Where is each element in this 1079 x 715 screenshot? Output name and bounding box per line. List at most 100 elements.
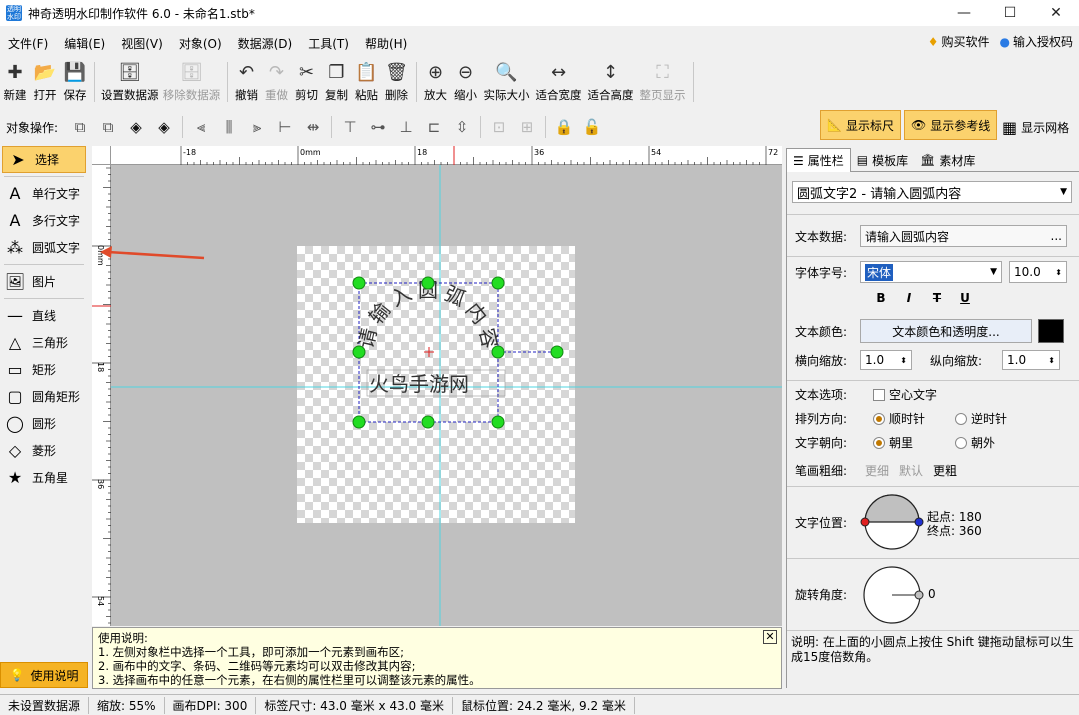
tab-materials[interactable]: 🏛 素材库 xyxy=(914,148,981,172)
layer-down-icon[interactable]: ◈ xyxy=(150,114,178,140)
save-button[interactable]: 💾 保存 xyxy=(60,58,90,104)
text-position-dial[interactable] xyxy=(859,490,929,556)
outward-radio[interactable] xyxy=(955,436,967,449)
lock-icon[interactable]: 🔒 xyxy=(550,114,578,140)
rotation-dial[interactable] xyxy=(859,562,939,628)
help-button[interactable]: 💡 使用说明 xyxy=(0,662,88,688)
layer-top-icon[interactable]: ⧉ xyxy=(66,114,94,140)
stroke-thinner[interactable]: 更细 xyxy=(865,462,899,479)
arc-text-char[interactable]: 入 xyxy=(387,281,415,311)
tool-line[interactable]: — 直线 xyxy=(0,302,88,329)
tool-rectangle[interactable]: ▭ 矩形 xyxy=(0,356,88,383)
status-item-0: 未设置数据源 xyxy=(0,696,90,714)
paste-button[interactable]: 📋 粘贴 xyxy=(352,58,382,104)
text-data-field[interactable]: 请输入圆弧内容... xyxy=(860,225,1067,247)
underline-button[interactable]: U xyxy=(953,291,977,305)
resize-handle-r xyxy=(491,345,505,359)
set-datasource-button[interactable]: 🗄 设置数据源 xyxy=(99,58,161,104)
undo-button[interactable]: ↶ 撤销 xyxy=(232,58,262,104)
hollow-text-checkbox[interactable] xyxy=(873,388,885,401)
close-help-icon[interactable]: ✕ xyxy=(763,630,777,644)
minimize-button[interactable]: — xyxy=(941,0,987,26)
fit-width-button[interactable]: ↔ 适合宽度 xyxy=(533,58,585,104)
tool-single-line-text[interactable]: A 单行文字 xyxy=(0,180,88,207)
license-link[interactable]: ● 输入授权码 xyxy=(1000,33,1074,50)
tool-star[interactable]: ★ 五角星 xyxy=(0,464,88,491)
arc-text-char[interactable]: 内 xyxy=(461,298,492,329)
ungroup-icon[interactable]: ⊞ xyxy=(513,114,541,140)
layer-bottom-icon[interactable]: ⧉ xyxy=(94,114,122,140)
same-height-icon[interactable]: ⊏ xyxy=(420,114,448,140)
tool-multi-line-text[interactable]: A 多行文字 xyxy=(0,207,88,234)
object-select[interactable]: 圆弧文字2 - 请输入圆弧内容 ▼ xyxy=(792,181,1072,203)
remove-datasource-button[interactable]: 🗄 移除数据源 xyxy=(161,58,223,104)
arc-text-char[interactable]: 输 xyxy=(364,298,395,329)
text-color-swatch[interactable] xyxy=(1038,319,1064,343)
menu-item-1[interactable]: 编辑(E) xyxy=(56,35,113,52)
tool-arc-text[interactable]: ⁂ 圆弧文字 xyxy=(0,234,88,261)
tool-triangle[interactable]: △ 三角形 xyxy=(0,329,88,356)
tool-rounded-rect[interactable]: ▢ 圆角矩形 xyxy=(0,383,88,410)
menu-item-2[interactable]: 视图(V) xyxy=(113,35,171,52)
layer-up-icon[interactable]: ◈ xyxy=(122,114,150,140)
zoom-in-button[interactable]: ⊕ 放大 xyxy=(421,58,451,104)
font-select[interactable]: 宋体 ▼ xyxy=(860,261,1002,283)
text-data-value: 请输入圆弧内容 xyxy=(865,229,950,244)
counterclockwise-radio[interactable] xyxy=(955,412,967,425)
open-button[interactable]: 📂 打开 xyxy=(30,58,60,104)
canvas-area[interactable]: 请输入圆弧内容 火鸟手游网 xyxy=(111,165,782,626)
hscale-spinner[interactable]: 1.0 ⬍ xyxy=(860,350,912,370)
distribute-v-icon[interactable]: ⇳ xyxy=(448,114,476,140)
delete-button[interactable]: 🗑 删除 xyxy=(382,58,412,104)
redo-button[interactable]: ↷ 重做 xyxy=(262,58,292,104)
align-left-icon[interactable]: ⫷ xyxy=(187,114,215,140)
font-size-spinner[interactable]: 10.0 ⬍ xyxy=(1009,261,1067,283)
vscale-spinner[interactable]: 1.0 ⬍ xyxy=(1002,350,1060,370)
close-button[interactable]: ✕ xyxy=(1033,0,1079,26)
align-middle-icon[interactable]: ⊶ xyxy=(364,114,392,140)
group-icon[interactable]: ⊡ xyxy=(485,114,513,140)
align-bottom-icon[interactable]: ⊥ xyxy=(392,114,420,140)
arc-text-char[interactable]: 弧 xyxy=(441,281,469,311)
fit-height-button[interactable]: ↕ 适合高度 xyxy=(585,58,637,104)
show-ruler-button[interactable]: 📐 显示标尺 xyxy=(820,110,901,140)
menu-item-3[interactable]: 对象(O) xyxy=(171,35,230,52)
watermark-text[interactable]: 火鸟手游网 xyxy=(369,372,469,396)
cut-button[interactable]: ✂ 剪切 xyxy=(292,58,322,104)
menu-item-6[interactable]: 帮助(H) xyxy=(357,35,415,52)
copy-button[interactable]: ❐ 复制 xyxy=(322,58,352,104)
zoom-out-button[interactable]: ⊖ 缩小 xyxy=(451,58,481,104)
tool-circle[interactable]: ◯ 圆形 xyxy=(0,410,88,437)
align-center-icon[interactable]: ⫼ xyxy=(215,114,243,140)
distribute-h-icon[interactable]: ⇹ xyxy=(299,114,327,140)
full-page-button[interactable]: ⛶ 整页显示 xyxy=(637,58,689,104)
menu-item-0[interactable]: 文件(F) xyxy=(0,35,56,52)
maximize-button[interactable]: ☐ xyxy=(987,0,1033,26)
buy-software-link[interactable]: ♦ 购买软件 xyxy=(928,33,990,50)
tool-diamond[interactable]: ◇ 菱形 xyxy=(0,437,88,464)
align-top-icon[interactable]: ⊤ xyxy=(336,114,364,140)
stroke-thicker[interactable]: 更粗 xyxy=(933,462,967,479)
show-grid-button[interactable]: ▦ 显示网格 xyxy=(1002,114,1069,140)
bold-button[interactable]: B xyxy=(869,291,893,305)
new-button[interactable]: ✚ 新建 xyxy=(0,58,30,104)
unlock-icon[interactable]: 🔓 xyxy=(578,114,606,140)
clockwise-radio[interactable] xyxy=(873,412,885,425)
stroke-default[interactable]: 默认 xyxy=(899,462,933,479)
tool-image[interactable]: 🖼 图片 xyxy=(0,268,88,295)
show-guides-button[interactable]: 👁 显示参考线 xyxy=(904,110,998,140)
strikethrough-button[interactable]: T xyxy=(925,291,949,305)
align-right-icon[interactable]: ⫸ xyxy=(243,114,271,140)
actual-size-button[interactable]: 🔍 实际大小 xyxy=(481,58,533,104)
tool-select[interactable]: ➤ 选择 xyxy=(2,146,86,173)
same-width-icon[interactable]: ⊢ xyxy=(271,114,299,140)
line-label: 直线 xyxy=(32,309,57,323)
menu-item-4[interactable]: 数据源(D) xyxy=(230,35,301,52)
text-color-button[interactable]: 文本颜色和透明度... xyxy=(860,319,1032,343)
italic-button[interactable]: I xyxy=(897,291,921,305)
inward-radio[interactable] xyxy=(873,436,885,449)
menu-item-5[interactable]: 工具(T) xyxy=(300,35,357,52)
tab-templates[interactable]: ▤ 模板库 xyxy=(851,148,914,172)
tab-properties[interactable]: ☰ 属性栏 xyxy=(786,148,851,172)
undo-label: 撤销 xyxy=(235,88,258,102)
